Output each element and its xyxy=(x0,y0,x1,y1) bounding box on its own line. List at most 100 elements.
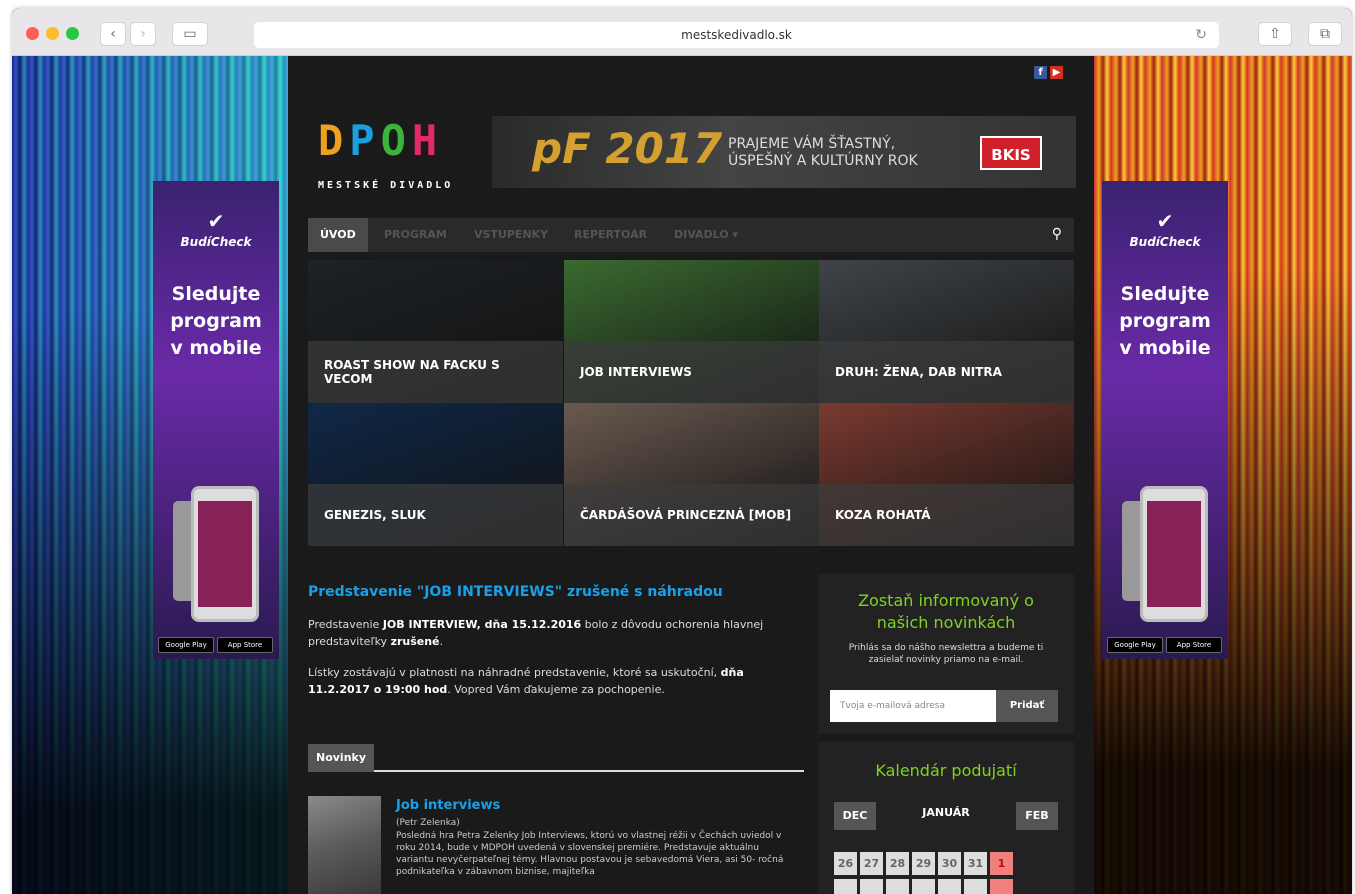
banner-line: PRAJEME VÁM ŠŤASTNÝ, xyxy=(728,136,896,152)
article-title[interactable]: Predstavenie "JOB INTERVIEWS" zrušené s … xyxy=(308,584,723,600)
reload-icon[interactable]: ↻ xyxy=(1195,22,1207,48)
email-field[interactable]: Tvoja e-mailová adresa xyxy=(830,690,996,722)
close-window-button[interactable] xyxy=(26,27,39,40)
calendar-day[interactable]: 1 xyxy=(990,852,1013,875)
news-text: Posledná hra Petra Zelenky Job Interview… xyxy=(396,831,784,877)
article-paragraph: Lístky zostávajú v platnosti na náhradné… xyxy=(308,664,778,698)
news-author: (Petr Zelenka) xyxy=(396,818,460,828)
calendar-day[interactable]: 27 xyxy=(860,852,883,875)
show-tile[interactable]: KOZA ROHATÁ xyxy=(819,403,1074,546)
logo-letter: P xyxy=(349,116,381,165)
calendar-day[interactable]: 29 xyxy=(912,852,935,875)
calendar-day[interactable] xyxy=(964,879,987,894)
calendar-day[interactable] xyxy=(886,879,909,894)
google-play-badge[interactable]: Google Play xyxy=(1107,637,1163,653)
ad-line: v mobile xyxy=(170,337,262,359)
forward-button[interactable]: › xyxy=(130,22,156,46)
ad-line: v mobile xyxy=(1119,337,1211,359)
logo-letter: D xyxy=(318,116,350,165)
ad-brand: BudíCheck xyxy=(1129,235,1201,249)
google-play-badge[interactable]: Google Play xyxy=(158,637,214,653)
youtube-icon[interactable]: ▶ xyxy=(1050,66,1063,79)
phone-image xyxy=(191,486,259,622)
minimize-window-button[interactable] xyxy=(46,27,59,40)
sidebar-icon: ▭ xyxy=(183,26,197,42)
app-store-badge[interactable]: App Store xyxy=(1166,637,1222,653)
address-bar[interactable]: mestskedivadlo.sk ↻ xyxy=(254,22,1219,48)
tile-title: JOB INTERVIEWS xyxy=(564,341,819,403)
url-text: mestskedivadlo.sk xyxy=(681,28,792,42)
logo-letter: O xyxy=(380,116,412,165)
ad-line: program xyxy=(170,310,262,332)
facebook-icon[interactable]: f xyxy=(1034,66,1047,79)
web-page: ✔ BudíCheck Sledujte program v mobile Goog… xyxy=(12,56,1352,894)
ad-line: program xyxy=(1119,310,1211,332)
calendar-day[interactable] xyxy=(834,879,857,894)
calendar-day[interactable]: 28 xyxy=(886,852,909,875)
share-icon: ⇧ xyxy=(1269,26,1281,42)
subscribe-button[interactable]: Pridať xyxy=(996,690,1058,722)
calendar-day[interactable]: 31 xyxy=(964,852,987,875)
browser-toolbar: ‹ › ▭ mestskedivadlo.sk ↻ ⇧ ⧉ xyxy=(12,8,1352,56)
article-paragraph: Predstavenie JOB INTERVIEW, dňa 15.12.20… xyxy=(308,616,778,650)
site-logo[interactable]: DPOH xyxy=(318,116,443,165)
text-span: . xyxy=(439,635,444,648)
news-title[interactable]: Job interviews xyxy=(396,798,500,813)
ad-left[interactable]: ✔ BudíCheck Sledujte program v mobile Goog… xyxy=(153,181,279,659)
browser-window: ‹ › ▭ mestskedivadlo.sk ↻ ⇧ ⧉ ✔ BudíChec… xyxy=(12,8,1352,894)
text-span: Predstavenie xyxy=(308,618,383,631)
nav-divadlo[interactable]: DIVADLO ▾ xyxy=(662,218,750,252)
show-grid: ROAST SHOW NA FACKU S VECOM JOB INTERVIE… xyxy=(308,260,1074,546)
tile-title: ČARDÁŠOVÁ PRINCEZNÁ [MOB] xyxy=(564,484,819,546)
nav-program[interactable]: PROGRAM xyxy=(372,218,459,252)
tabs-button[interactable]: ⧉ xyxy=(1308,22,1342,46)
calendar-box: Kalendár podujatí JANUÁR DEC FEB 26 27 2… xyxy=(818,742,1074,894)
show-tile[interactable]: GENEZIS, SLUK xyxy=(308,403,563,546)
news-tabs: Novinky xyxy=(308,744,804,772)
calendar-heading: Kalendár podujatí xyxy=(875,761,1017,780)
show-tile[interactable]: JOB INTERVIEWS xyxy=(564,260,819,403)
text-span: . Vopred Vám ďakujeme za pochopenie. xyxy=(447,683,665,696)
main-content: f ▶ DPOH MESTSKÉ DIVADLO pF 2017 PRAJEME… xyxy=(288,56,1094,894)
ad-right[interactable]: ✔ BudíCheck Sledujte program v mobile Goog… xyxy=(1102,181,1228,659)
tile-title: GENEZIS, SLUK xyxy=(308,484,563,546)
newsletter-text: Prihlás sa do nášho newslettra a budeme … xyxy=(848,643,1044,665)
check-icon: ✔ xyxy=(1156,209,1174,233)
share-button[interactable]: ⇧ xyxy=(1258,22,1292,46)
calendar-day[interactable] xyxy=(938,879,961,894)
app-store-badge[interactable]: App Store xyxy=(217,637,273,653)
back-button[interactable]: ‹ xyxy=(100,22,126,46)
search-icon[interactable]: ⚲ xyxy=(1052,226,1062,242)
ad-line: Sledujte xyxy=(1120,283,1210,305)
chevron-left-icon: ‹ xyxy=(110,26,116,42)
bkis-badge: BKIS xyxy=(980,136,1042,170)
show-tile[interactable]: ČARDÁŠOVÁ PRINCEZNÁ [MOB] xyxy=(564,403,819,546)
tab-novinky[interactable]: Novinky xyxy=(308,744,375,772)
nav-vstupenky[interactable]: VSTUPENKY xyxy=(462,218,560,252)
show-tile[interactable]: ROAST SHOW NA FACKU S VECOM xyxy=(308,260,563,403)
show-tile[interactable]: DRUH: ŽENA, DAB NITRA xyxy=(819,260,1074,403)
calendar-day[interactable] xyxy=(990,879,1013,894)
tile-title: ROAST SHOW NA FACKU S VECOM xyxy=(308,341,563,403)
calendar-day[interactable]: 30 xyxy=(938,852,961,875)
tile-title: KOZA ROHATÁ xyxy=(819,484,1074,546)
calendar-day[interactable] xyxy=(912,879,935,894)
text-span: Lístky zostávajú v platnosti na náhradné… xyxy=(308,666,721,679)
pf-text: pF 2017 xyxy=(532,124,723,173)
phone-image xyxy=(1140,486,1208,622)
calendar-day[interactable]: 26 xyxy=(834,852,857,875)
text-bold: zrušené xyxy=(390,635,440,648)
nav-repertoar[interactable]: REPERTOÁR xyxy=(562,218,659,252)
newsletter-heading: Zostaň informovaný o našich novinkách xyxy=(858,591,1034,632)
logo-letter: H xyxy=(411,116,444,165)
check-icon: ✔ xyxy=(207,209,225,233)
calendar-next-button[interactable]: FEB xyxy=(1016,802,1058,830)
sidebar-button[interactable]: ▭ xyxy=(172,22,208,46)
logo-subtitle: MESTSKÉ DIVADLO xyxy=(318,180,454,191)
calendar-day[interactable] xyxy=(860,879,883,894)
nav-uvod[interactable]: ÚVOD xyxy=(308,218,368,252)
calendar-prev-button[interactable]: DEC xyxy=(834,802,876,830)
maximize-window-button[interactable] xyxy=(66,27,79,40)
news-thumbnail[interactable] xyxy=(308,796,381,894)
pf-banner[interactable]: pF 2017 PRAJEME VÁM ŠŤASTNÝ, ÚSPEŠNÝ A KU… xyxy=(492,116,1076,188)
